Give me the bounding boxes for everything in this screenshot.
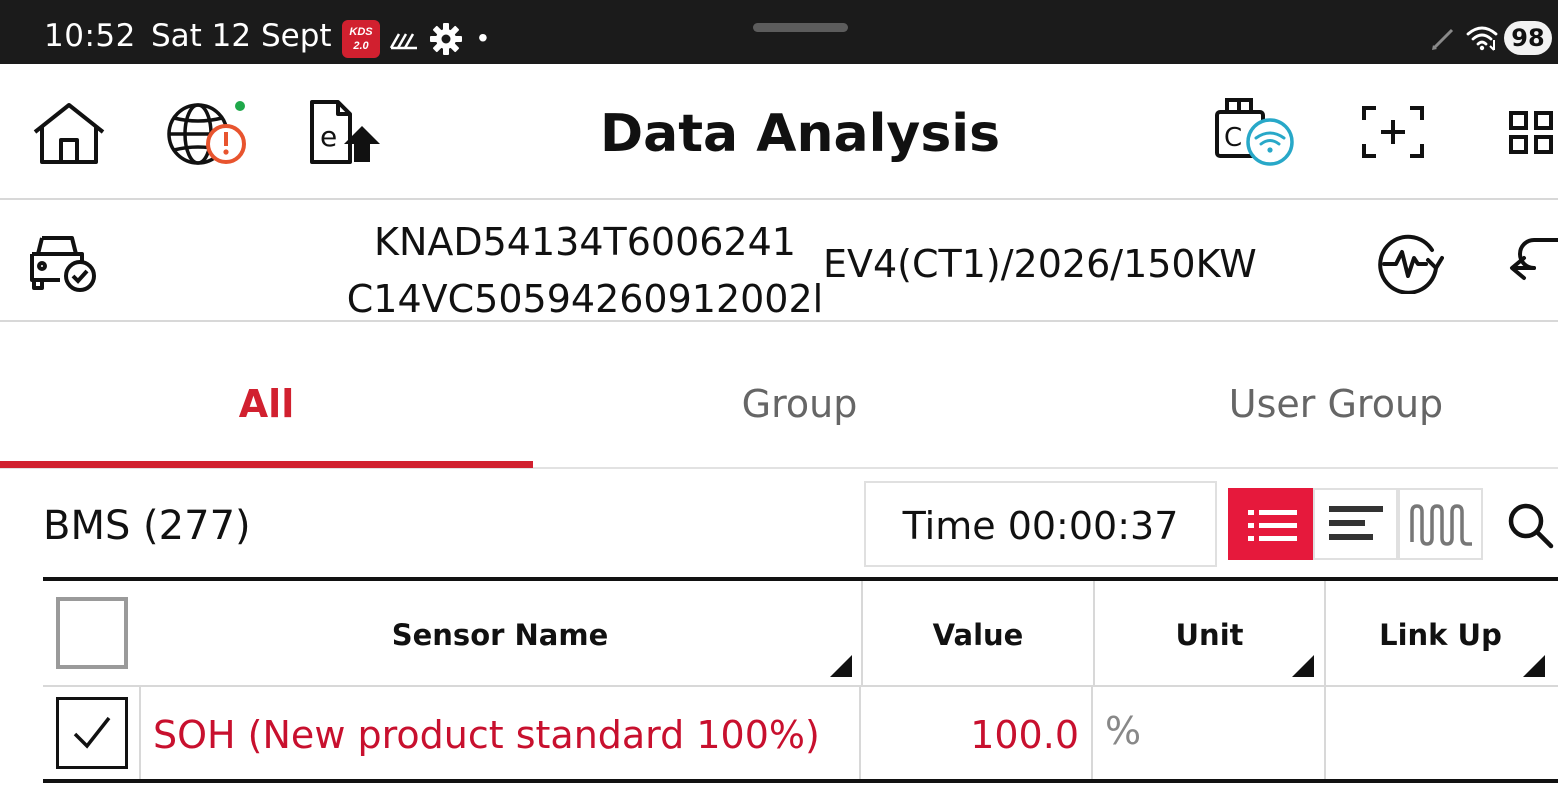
vci-wifi-icon[interactable]: C	[1214, 96, 1298, 168]
list-view-button[interactable]	[1228, 488, 1313, 560]
vehicle-check-icon[interactable]	[30, 234, 100, 292]
header-link-up[interactable]: Link Up	[1326, 581, 1555, 687]
grid-menu-icon[interactable]	[1508, 110, 1556, 156]
module-title: BMS (277)	[43, 503, 251, 549]
svg-text:e: e	[320, 120, 337, 153]
live-data-refresh-icon[interactable]	[1374, 230, 1444, 294]
column-divider	[1091, 687, 1093, 779]
sensor-name-cell: SOH (New product standard 100%)	[153, 713, 820, 757]
upload-document-icon[interactable]: e	[308, 100, 382, 166]
vin-line-2: C14VC5059426091200​2l	[346, 277, 824, 321]
tab-group[interactable]: Group	[533, 324, 1066, 467]
screen-capture-icon[interactable]	[1362, 106, 1424, 158]
page-title: Data Analysis	[599, 104, 1001, 164]
column-divider	[139, 687, 141, 779]
select-all-checkbox[interactable]	[56, 597, 128, 669]
notification-dot: •	[478, 22, 488, 53]
vehicle-model: EV4(CT1)/2026/150KW	[823, 242, 1257, 286]
drag-handle[interactable]	[753, 23, 848, 32]
list-view-icon	[1248, 510, 1297, 541]
kds-app-icon: KDS 2.0	[342, 20, 380, 58]
vin-line-1: KNAD54134T6006241	[374, 220, 796, 264]
header-sensor-name[interactable]: Sensor Name	[139, 581, 861, 687]
tab-all[interactable]: All	[0, 324, 533, 467]
signal-stripes-icon	[389, 33, 417, 50]
waveform-icon	[1410, 504, 1472, 546]
search-icon[interactable]	[1505, 500, 1555, 550]
checkmark-icon	[73, 716, 111, 749]
app-toolbar: e Data Analysis C	[0, 64, 1558, 200]
pen-icon	[1432, 28, 1454, 50]
sort-unit-icon[interactable]	[1292, 655, 1314, 677]
home-icon[interactable]	[32, 102, 106, 166]
unit-cell: %	[1105, 709, 1142, 753]
sort-link-up-icon[interactable]	[1523, 655, 1545, 677]
bar-view-icon	[1329, 506, 1383, 540]
vehicle-info-bar: KNAD54134T6006241 C14VC5059426091200​2l …	[0, 202, 1558, 322]
tab-user-group[interactable]: User Group	[1066, 324, 1558, 467]
column-divider	[1324, 687, 1326, 779]
vin-info: KNAD54134T6006241 C14VC5059426091200​2l	[330, 214, 840, 328]
status-date: Sat 12 Sept	[151, 18, 332, 54]
web-alert-icon[interactable]	[166, 100, 250, 168]
table-row[interactable]: SOH (New product standard 100%) 100.0 %	[43, 687, 1558, 783]
value-cell: 100.0	[970, 713, 1079, 757]
status-time: 10:52	[44, 18, 136, 54]
column-divider	[859, 687, 861, 779]
kds-badge-line2: 2.0	[353, 40, 369, 52]
wifi-icon	[1466, 26, 1498, 51]
elapsed-time: Time 00:00:37	[864, 481, 1217, 567]
battery-indicator: 98	[1504, 21, 1552, 55]
header-unit[interactable]: Unit	[1095, 581, 1324, 687]
svg-text:C: C	[1224, 123, 1242, 153]
kds-badge-line1: KDS	[349, 26, 373, 38]
table-header: Sensor Name Value Unit Link Up	[43, 577, 1558, 687]
header-value: Value	[932, 618, 1024, 652]
active-tab-indicator	[0, 461, 533, 468]
bar-view-button[interactable]	[1313, 488, 1398, 560]
sort-sensor-name-icon[interactable]	[830, 655, 852, 677]
row-checkbox[interactable]	[56, 697, 128, 769]
settings-gear-icon	[430, 23, 462, 55]
graph-view-button[interactable]	[1398, 488, 1483, 560]
return-arrow-icon[interactable]	[1508, 236, 1558, 288]
status-bar: 10:52 Sat 12 Sept KDS 2.0 • 98	[0, 0, 1558, 64]
tab-bar: All Group User Group	[0, 324, 1558, 469]
